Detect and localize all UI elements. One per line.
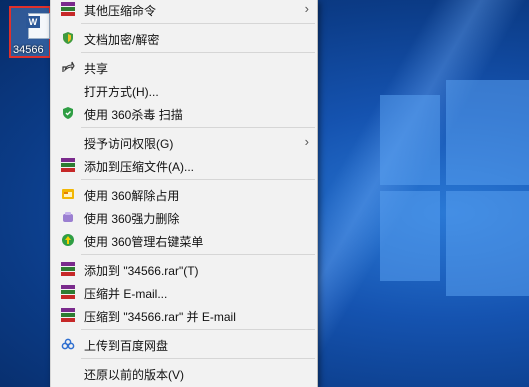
windows-logo-pane: [380, 95, 440, 185]
menu-separator: [81, 23, 315, 24]
menu-separator: [81, 254, 315, 255]
menu-separator: [81, 179, 315, 180]
chevron-right-icon: ›: [304, 134, 309, 149]
menu-item-360-manage-context[interactable]: 使用 360管理右键菜单: [51, 229, 317, 251]
menu-separator: [81, 127, 315, 128]
360-shield-icon: [60, 105, 76, 121]
menu-separator: [81, 52, 315, 53]
shield-icon: [60, 30, 76, 46]
chevron-right-icon: ›: [304, 1, 309, 16]
menu-item-compress-rar-email[interactable]: 压缩到 "34566.rar" 并 E-mail: [51, 304, 317, 326]
winrar-icon: [60, 307, 76, 323]
menu-item-open-with[interactable]: 打开方式(H)...: [51, 79, 317, 101]
file-name-label: 34566: [13, 44, 44, 56]
menu-item-compress-email[interactable]: 压缩并 E-mail...: [51, 281, 317, 303]
menu-item-360-unlock[interactable]: 使用 360解除占用: [51, 183, 317, 205]
winrar-icon: [60, 284, 76, 300]
menu-item-add-to-archive[interactable]: 添加到压缩文件(A)...: [51, 154, 317, 176]
word-document-icon: W: [26, 13, 50, 39]
unlock-icon: [60, 186, 76, 202]
360-manager-icon: [60, 232, 76, 248]
menu-item-grant-access[interactable]: 授予访问权限(G) ›: [51, 131, 317, 153]
eraser-icon: [60, 209, 76, 225]
winrar-icon: [60, 1, 76, 17]
windows-logo-pane: [446, 80, 529, 185]
winrar-icon: [60, 157, 76, 173]
menu-item-encrypt[interactable]: 文档加密/解密: [51, 27, 317, 49]
share-icon: [60, 59, 76, 75]
menu-item-other-compress[interactable]: 其他压缩命令 ›: [51, 0, 317, 20]
menu-item-restore-versions[interactable]: 还原以前的版本(V): [51, 362, 317, 384]
baidu-cloud-icon: [60, 336, 76, 352]
menu-item-360-force-delete[interactable]: 使用 360强力删除: [51, 206, 317, 228]
desktop-file-34566[interactable]: W 34566: [9, 6, 51, 58]
menu-item-360-scan[interactable]: 使用 360杀毒 扫描: [51, 102, 317, 124]
menu-separator: [81, 358, 315, 359]
context-menu: 其他压缩命令 › 文档加密/解密 共享 打开方式(H)... 使用 360杀毒 …: [50, 0, 318, 387]
windows-logo-pane: [380, 191, 440, 281]
windows-logo-pane: [446, 191, 529, 296]
winrar-icon: [60, 261, 76, 277]
menu-item-add-to-rar[interactable]: 添加到 "34566.rar"(T): [51, 258, 317, 280]
menu-separator: [81, 329, 315, 330]
menu-item-share[interactable]: 共享: [51, 56, 317, 78]
menu-item-upload-baidu[interactable]: 上传到百度网盘: [51, 333, 317, 355]
